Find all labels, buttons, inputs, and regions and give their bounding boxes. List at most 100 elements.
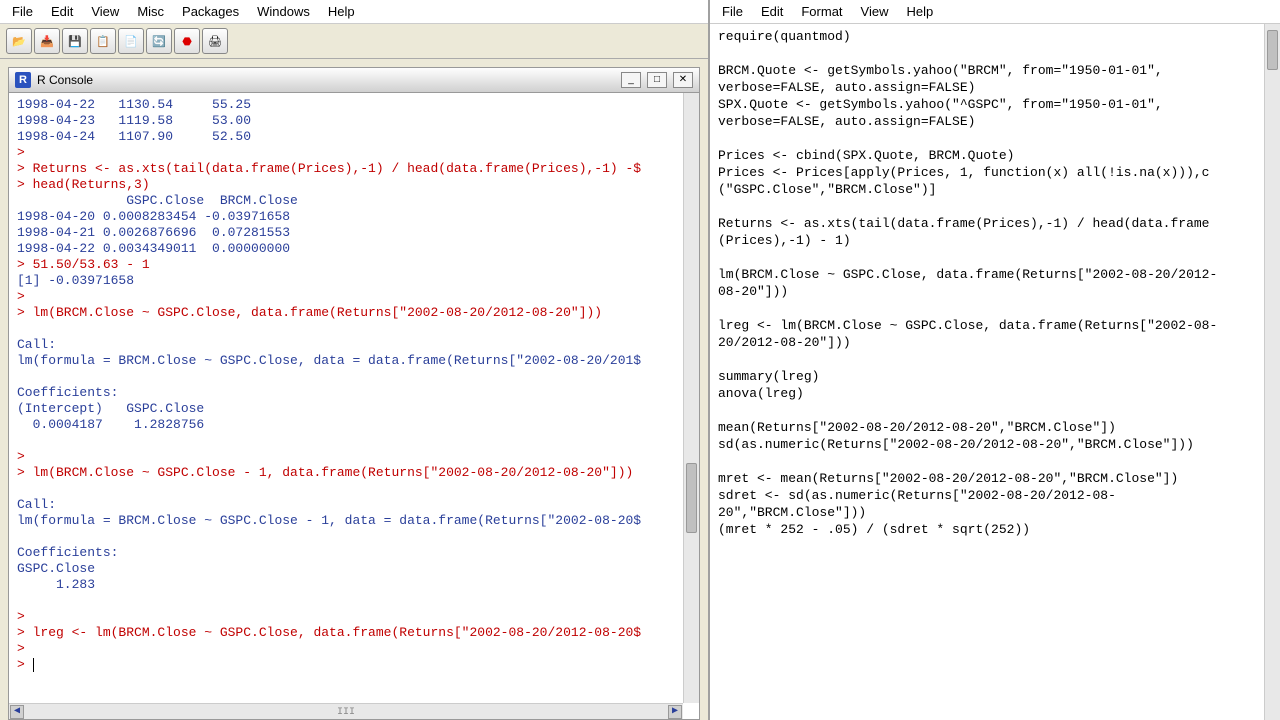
editor-line: verbose=FALSE, auto.assign=FALSE) bbox=[718, 79, 1272, 96]
toolbar-refresh-icon[interactable]: 🔄 bbox=[146, 28, 172, 54]
menu-file[interactable]: File bbox=[6, 2, 39, 21]
editor-line: (Prices),-1) - 1) bbox=[718, 232, 1272, 249]
editor-line: Prices <- Prices[apply(Prices, 1, functi… bbox=[718, 164, 1272, 181]
editor-line: Prices <- cbind(SPX.Quote, BRCM.Quote) bbox=[718, 147, 1272, 164]
console-line: > lm(BRCM.Close ~ GSPC.Close - 1, data.f… bbox=[17, 465, 691, 481]
r-gui-window: File Edit View Misc Packages Windows Hel… bbox=[0, 0, 710, 720]
toolbar-paste-icon[interactable]: 📄 bbox=[118, 28, 144, 54]
scrollbar-track-label: III bbox=[337, 705, 355, 720]
menu-edit[interactable]: Edit bbox=[755, 2, 789, 21]
console-line: > bbox=[17, 289, 691, 305]
console-line bbox=[17, 529, 691, 545]
console-title: R Console bbox=[37, 73, 615, 87]
console-line bbox=[17, 433, 691, 449]
editor-line: BRCM.Quote <- getSymbols.yahoo("BRCM", f… bbox=[718, 62, 1272, 79]
console-line: > bbox=[17, 449, 691, 465]
console-line: 1998-04-22 0.0034349011 0.00000000 bbox=[17, 241, 691, 257]
menu-help[interactable]: Help bbox=[322, 2, 361, 21]
console-line: [1] -0.03971658 bbox=[17, 273, 691, 289]
toolbar-open-icon[interactable]: 📂 bbox=[6, 28, 32, 54]
editor-line: mean(Returns["2002-08-20/2012-08-20","BR… bbox=[718, 419, 1272, 436]
console-line: GSPC.Close bbox=[17, 561, 691, 577]
notepad-window: File Edit Format View Help require(quant… bbox=[710, 0, 1280, 720]
editor-line: verbose=FALSE, auto.assign=FALSE) bbox=[718, 113, 1272, 130]
console-line: (Intercept) GSPC.Close bbox=[17, 401, 691, 417]
console-line: GSPC.Close BRCM.Close bbox=[17, 193, 691, 209]
menu-file[interactable]: File bbox=[716, 2, 749, 21]
console-titlebar: R R Console _ □ ✕ bbox=[8, 67, 700, 93]
console-line: > bbox=[17, 657, 691, 673]
editor-line: 20/2012-08-20"])) bbox=[718, 334, 1272, 351]
console-line: 1.283 bbox=[17, 577, 691, 593]
console-line: lm(formula = BRCM.Close ~ GSPC.Close - 1… bbox=[17, 513, 691, 529]
menu-windows[interactable]: Windows bbox=[251, 2, 316, 21]
console-line: > bbox=[17, 641, 691, 657]
console-line bbox=[17, 369, 691, 385]
toolbar-import-icon[interactable]: 📥 bbox=[34, 28, 60, 54]
console-line: Call: bbox=[17, 497, 691, 513]
editor-line bbox=[718, 453, 1272, 470]
menu-view[interactable]: View bbox=[85, 2, 125, 21]
console-line: > bbox=[17, 609, 691, 625]
toolbar-stop-icon[interactable]: ⬣ bbox=[174, 28, 200, 54]
editor-scrollbar-vertical[interactable] bbox=[1264, 24, 1280, 720]
editor-line: lm(BRCM.Close ~ GSPC.Close, data.frame(R… bbox=[718, 266, 1272, 283]
toolbar-copy-icon[interactable]: 📋 bbox=[90, 28, 116, 54]
r-logo-icon: R bbox=[15, 72, 31, 88]
scroll-right-icon[interactable]: ▶ bbox=[668, 705, 682, 719]
editor-line: ("GSPC.Close","BRCM.Close")] bbox=[718, 181, 1272, 198]
console-line: 1998-04-23 1119.58 53.00 bbox=[17, 113, 691, 129]
cursor bbox=[33, 658, 34, 672]
console-line: 1998-04-22 1130.54 55.25 bbox=[17, 97, 691, 113]
console-scrollbar-horizontal[interactable]: ◀ III ▶ bbox=[9, 703, 683, 719]
notepad-editor[interactable]: require(quantmod) BRCM.Quote <- getSymbo… bbox=[710, 24, 1280, 720]
menu-misc[interactable]: Misc bbox=[131, 2, 170, 21]
console-line bbox=[17, 321, 691, 337]
editor-line: anova(lreg) bbox=[718, 385, 1272, 402]
console-scrollbar-vertical[interactable] bbox=[683, 93, 699, 703]
console-line: > Returns <- as.xts(tail(data.frame(Pric… bbox=[17, 161, 691, 177]
toolbar-print-icon[interactable]: 🖨 bbox=[202, 28, 228, 54]
scroll-left-icon[interactable]: ◀ bbox=[10, 705, 24, 719]
editor-line: summary(lreg) bbox=[718, 368, 1272, 385]
editor-line: (mret * 252 - .05) / (sdret * sqrt(252)) bbox=[718, 521, 1272, 538]
editor-line bbox=[718, 351, 1272, 368]
editor-line: require(quantmod) bbox=[718, 28, 1272, 45]
editor-line bbox=[718, 300, 1272, 317]
maximize-button[interactable]: □ bbox=[647, 72, 667, 88]
menu-packages[interactable]: Packages bbox=[176, 2, 245, 21]
menu-help[interactable]: Help bbox=[900, 2, 939, 21]
notepad-menubar: File Edit Format View Help bbox=[710, 0, 1280, 24]
console-line: lm(formula = BRCM.Close ~ GSPC.Close, da… bbox=[17, 353, 691, 369]
console-line: 0.0004187 1.2828756 bbox=[17, 417, 691, 433]
console-line: 1998-04-20 0.0008283454 -0.03971658 bbox=[17, 209, 691, 225]
editor-line: 08-20"])) bbox=[718, 283, 1272, 300]
console-line: > 51.50/53.63 - 1 bbox=[17, 257, 691, 273]
editor-line: Returns <- as.xts(tail(data.frame(Prices… bbox=[718, 215, 1272, 232]
editor-line: lreg <- lm(BRCM.Close ~ GSPC.Close, data… bbox=[718, 317, 1272, 334]
minimize-button[interactable]: _ bbox=[621, 72, 641, 88]
close-button[interactable]: ✕ bbox=[673, 72, 693, 88]
menu-view[interactable]: View bbox=[855, 2, 895, 21]
editor-line bbox=[718, 130, 1272, 147]
console-line: > head(Returns,3) bbox=[17, 177, 691, 193]
rgui-menubar: File Edit View Misc Packages Windows Hel… bbox=[0, 0, 708, 24]
editor-line: sdret <- sd(as.numeric(Returns["2002-08-… bbox=[718, 487, 1272, 504]
scrollbar-thumb[interactable] bbox=[686, 463, 697, 533]
console-line bbox=[17, 481, 691, 497]
menu-edit[interactable]: Edit bbox=[45, 2, 79, 21]
editor-line bbox=[718, 249, 1272, 266]
editor-line: SPX.Quote <- getSymbols.yahoo("^GSPC", f… bbox=[718, 96, 1272, 113]
editor-line bbox=[718, 45, 1272, 62]
editor-line: sd(as.numeric(Returns["2002-08-20/2012-0… bbox=[718, 436, 1272, 453]
console-line: > lreg <- lm(BRCM.Close ~ GSPC.Close, da… bbox=[17, 625, 691, 641]
toolbar-save-icon[interactable]: 💾 bbox=[62, 28, 88, 54]
scrollbar-thumb[interactable] bbox=[1267, 30, 1278, 70]
editor-line bbox=[718, 402, 1272, 419]
editor-line bbox=[718, 198, 1272, 215]
console-line: 1998-04-24 1107.90 52.50 bbox=[17, 129, 691, 145]
menu-format[interactable]: Format bbox=[795, 2, 848, 21]
r-console[interactable]: 1998-04-22 1130.54 55.251998-04-23 1119.… bbox=[8, 93, 700, 720]
console-line: > lm(BRCM.Close ~ GSPC.Close, data.frame… bbox=[17, 305, 691, 321]
console-line bbox=[17, 593, 691, 609]
